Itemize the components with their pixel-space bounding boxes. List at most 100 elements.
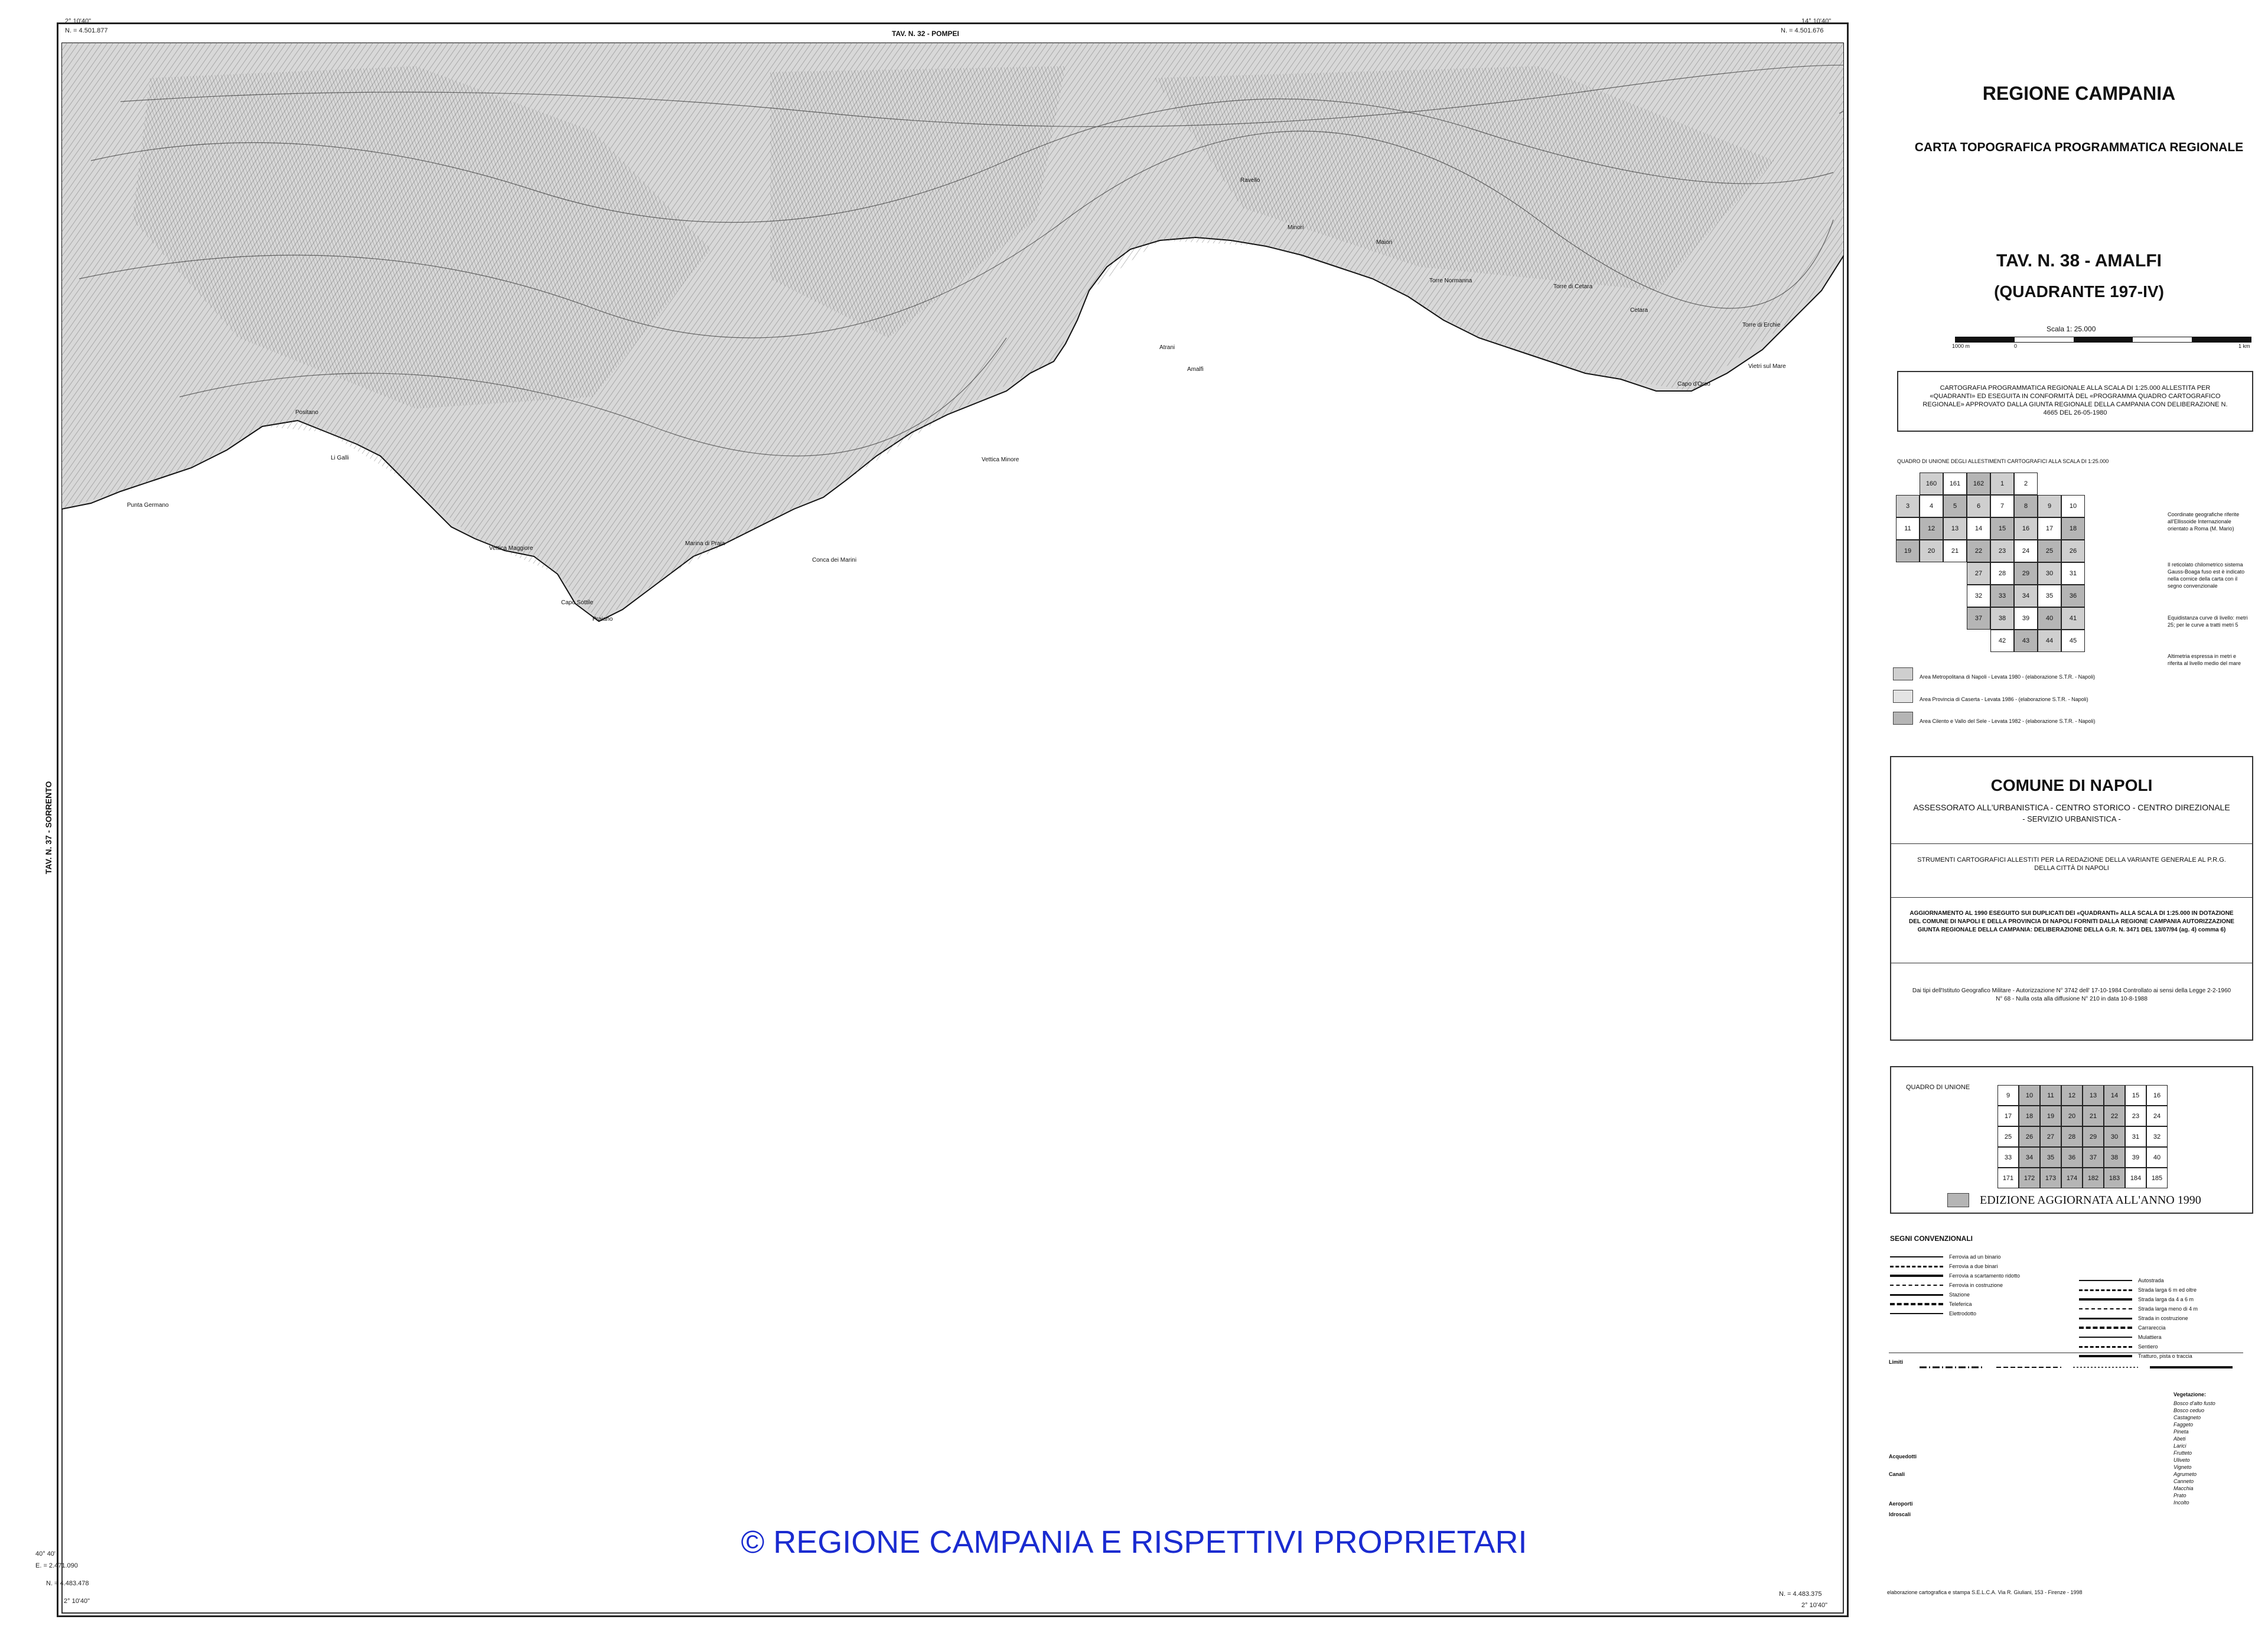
segno-left-label: Ferrovia a due binari xyxy=(1949,1263,1998,1269)
index-sheet-cell: 16 xyxy=(2014,517,2038,540)
scale-tick: 1 km xyxy=(2238,343,2250,349)
segno-right-row: Strada larga da 4 a 6 m xyxy=(2079,1295,2256,1304)
place-label: Maiori xyxy=(1376,239,1393,246)
quadro-sheet-cell: 39 xyxy=(2125,1147,2146,1168)
index-sheet-cell: 14 xyxy=(1967,517,1990,540)
scale-bar xyxy=(1955,337,2251,343)
segno-left-label: Elettrodotto xyxy=(1949,1311,1977,1317)
segno-right-symbol xyxy=(2079,1317,2132,1319)
coord-bottom-right-lon: 2° 10'40" xyxy=(1801,1602,1828,1609)
segno-right-symbol xyxy=(2079,1280,2132,1281)
quadro-sheet-cell: 36 xyxy=(2061,1147,2083,1168)
quadro-sheet-cell: 37 xyxy=(2083,1147,2104,1168)
place-label: Vettica Minore xyxy=(982,457,1019,463)
place-label: Praiano xyxy=(592,616,613,623)
index-sheet-cell: 13 xyxy=(1943,517,1967,540)
vegetazione-item: Macchia xyxy=(2174,1485,2194,1491)
segno-right-symbol xyxy=(2079,1345,2132,1348)
segno-right-symbol xyxy=(2079,1289,2132,1291)
quadro-sheet-cell: 20 xyxy=(2061,1106,2083,1126)
index-sheet-cell: 38 xyxy=(1990,607,2014,630)
quadro-sheet-cell: 182 xyxy=(2083,1168,2104,1188)
segno-right-row: Autostrada xyxy=(2079,1276,2256,1285)
place-label: Atrani xyxy=(1159,344,1175,351)
index-sheet-cell: 21 xyxy=(1943,540,1967,562)
place-label: Positano xyxy=(295,409,318,416)
vegetazione-item: Frutteto xyxy=(2174,1450,2192,1456)
index-sheet-cell: 18 xyxy=(2061,517,2085,540)
terrain-map xyxy=(61,43,1844,623)
quadro-sheet-cell: 26 xyxy=(2019,1126,2040,1147)
segno-left-row: Teleferica xyxy=(1890,1299,2067,1309)
segni-left-list: Ferrovia ad un binario Ferrovia a due bin… xyxy=(1890,1252,2067,1318)
place-label: Punta Germano xyxy=(127,502,169,509)
index-sheet-cell: 26 xyxy=(2061,540,2085,562)
index-sheet-cell: 40 xyxy=(2038,607,2061,630)
place-label: Capo d'Orso xyxy=(1677,381,1710,387)
segno-left-label: Ferrovia ad un binario xyxy=(1949,1254,2001,1260)
segno-right-label: Strada larga meno di 4 m xyxy=(2138,1306,2198,1312)
place-label: Torre di Erchie xyxy=(1742,322,1781,328)
quadro-sheet-cell: 17 xyxy=(1997,1106,2019,1126)
vegetazione-list: Bosco d'alto fusto Bosco ceduo Castagneto F… xyxy=(2174,1400,2262,1506)
index-sheet-cell: 36 xyxy=(2061,585,2085,607)
index-sheet-cell: 30 xyxy=(2038,562,2061,585)
legend-swatch xyxy=(1893,690,1913,703)
quadro-sheet-cell: 38 xyxy=(2104,1147,2125,1168)
comune-title: COMUNE DI NAPOLI xyxy=(1990,776,2153,794)
segno-right-label: Strada in costruzione xyxy=(2138,1315,2188,1321)
index-sheet-cell: 22 xyxy=(1967,540,1990,562)
quadro-sheet-cell: 184 xyxy=(2125,1168,2146,1188)
index-sheet-cell: 6 xyxy=(1967,495,1990,517)
index-sheet-cell: 45 xyxy=(2061,630,2085,652)
comune-box: COMUNE DI NAPOLI ASSESSORATO ALL'URBANIS… xyxy=(1890,756,2253,1041)
index-sheet-cell: 4 xyxy=(1920,495,1943,517)
comune-subtitle: ASSESSORATO ALL'URBANISTICA - CENTRO STO… xyxy=(1913,803,2230,812)
coord-bottom-right-north: N. = 4.483.375 xyxy=(1779,1591,1822,1598)
carto-note: CARTOGRAFIA PROGRAMMATICA REGIONALE ALLA… xyxy=(1922,385,2228,416)
segno-left-label: Teleferica xyxy=(1949,1301,1972,1307)
segno-left-symbol xyxy=(1890,1265,1943,1267)
segno-left-symbol xyxy=(1890,1313,1943,1314)
segno-right-symbol xyxy=(2079,1298,2132,1301)
quadro-sheet-cell: 10 xyxy=(2019,1085,2040,1106)
index-sheet-cell: 42 xyxy=(1990,630,2014,652)
left-adjacent-sheet-label: TAV. N. 37 - SORRENTO xyxy=(44,781,53,874)
top-adjacent-sheet-label: TAV. N. 32 - POMPEI xyxy=(892,30,959,38)
index-sheet-cell: 24 xyxy=(2014,540,2038,562)
index-title: QUADRO DI UNIONE DEGLI ALLESTIMENTI CART… xyxy=(1897,458,2109,464)
coord-top-left-lon: 2° 10'40" xyxy=(65,18,92,25)
segno-left-label: Stazione xyxy=(1949,1292,1970,1298)
index-sheet-cell: 23 xyxy=(1990,540,2014,562)
segno-right-label: Strada larga da 4 a 6 m xyxy=(2138,1296,2194,1302)
place-label: Li Galli xyxy=(331,455,349,461)
limits-symbols xyxy=(1920,1366,2233,1368)
comune-strumenti: STRUMENTI CARTOGRAFICI ALLESTITI PER LA … xyxy=(1917,856,2226,872)
quadro-sheet-cell: 24 xyxy=(2146,1106,2168,1126)
segno-right-row: Carrareccia xyxy=(2079,1323,2256,1332)
place-label: Conca dei Marini xyxy=(812,557,857,563)
coord-bottom-left-north: N. = 4.483.478 xyxy=(46,1580,89,1587)
segno-right-row: Sentiero xyxy=(2079,1342,2256,1351)
segni-title: SEGNI CONVENZIONALI xyxy=(1890,1234,1973,1243)
index-note: Altimetria espressa in metri e riferita … xyxy=(2168,653,2241,666)
legend-area-label: Area Metropolitana di Napoli - Levata 19… xyxy=(1920,674,2096,680)
vegetazione-item: Bosco d'alto fusto xyxy=(2174,1400,2215,1406)
quadro-sheet-cell: 31 xyxy=(2125,1126,2146,1147)
coord-top-right-north: N. = 4.501.676 xyxy=(1781,27,1824,34)
index-sheet-cell: 34 xyxy=(2014,585,2038,607)
index-sheet-cell: 3 xyxy=(1896,495,1920,517)
carta-title: CARTA TOPOGRAFICA PROGRAMMATICA REGIONAL… xyxy=(1914,141,2244,154)
coord-bottom-left-lon: 2° 10'40" xyxy=(64,1598,90,1605)
segno-right-row: Strada in costruzione xyxy=(2079,1314,2256,1323)
coord-top-right-lon: 14° 10'40" xyxy=(1801,18,1832,25)
quadro-sheet-cell: 40 xyxy=(2146,1147,2168,1168)
scale-tick: 0 xyxy=(2014,343,2018,349)
segno-left-symbol xyxy=(1890,1303,1943,1305)
vegetazione-item: Faggeto xyxy=(2174,1422,2194,1428)
place-label: Marina di Praia xyxy=(685,540,725,547)
segno-right-row: Strada larga meno di 4 m xyxy=(2079,1304,2256,1314)
quadro-sheet-cell: 29 xyxy=(2083,1126,2104,1147)
index-sheet-cell: 11 xyxy=(1896,517,1920,540)
quadro-sheet-cell: 35 xyxy=(2040,1147,2061,1168)
